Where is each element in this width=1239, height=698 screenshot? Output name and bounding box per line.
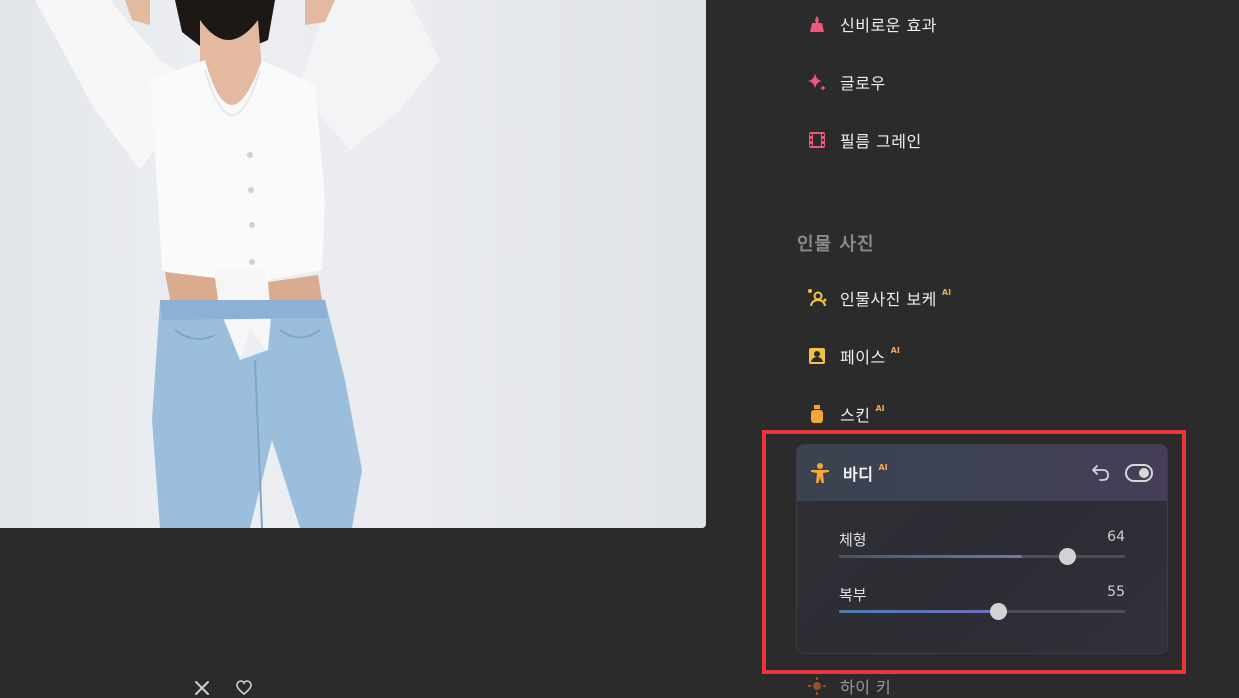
menu-item-label: 페이스: [840, 348, 886, 367]
menu-item-glow[interactable]: 글로우: [806, 68, 886, 96]
ai-badge: AI: [875, 403, 885, 413]
menu-item-portrait-bokeh[interactable]: 인물사진 보케 AI: [806, 284, 951, 312]
face-icon: [806, 345, 828, 367]
menu-item-label: 필름 그레인: [840, 132, 922, 151]
section-title-portrait: 인물 사진: [797, 234, 875, 255]
menu-item-skin[interactable]: 스킨 AI: [806, 400, 885, 428]
menu-item-label: 하이 키: [840, 678, 892, 697]
skin-bottle-icon: [806, 403, 828, 425]
film-icon: [806, 129, 828, 151]
menu-item-label: 인물사진 보케: [840, 290, 937, 309]
ai-badge: AI: [890, 345, 900, 355]
photo-canvas[interactable]: [0, 0, 706, 528]
menu-item-film-grain[interactable]: 필름 그레인: [806, 126, 922, 154]
menu-item-mystic-effect[interactable]: 신비로운 효과: [806, 10, 937, 38]
menu-item-high-key[interactable]: 하이 키: [806, 672, 891, 698]
mystic-effect-icon: [806, 13, 828, 35]
photo-actions: [190, 676, 256, 698]
menu-item-face[interactable]: 페이스 AI: [806, 342, 900, 370]
app-window: 신비로운 효과 글로우 필름 그레인 인물 사진 인물사진 보케 AI 페이스 …: [0, 0, 1239, 698]
portrait-bokeh-icon: [806, 287, 828, 309]
sparkle-icon: [806, 71, 828, 93]
highlight-frame: [762, 430, 1186, 674]
high-key-icon: [806, 675, 828, 697]
adjustments-panel: 신비로운 효과 글로우 필름 그레인 인물 사진 인물사진 보케 AI 페이스 …: [706, 0, 1239, 698]
close-icon: [195, 681, 209, 695]
menu-item-label: 스킨: [840, 406, 871, 425]
heart-icon: [236, 680, 252, 696]
favorite-button[interactable]: [232, 676, 256, 698]
reject-button[interactable]: [190, 676, 214, 698]
menu-item-label: 신비로운 효과: [840, 16, 937, 35]
ai-badge: AI: [941, 287, 952, 297]
photo-image: [35, 0, 440, 528]
menu-item-label: 글로우: [840, 74, 886, 93]
